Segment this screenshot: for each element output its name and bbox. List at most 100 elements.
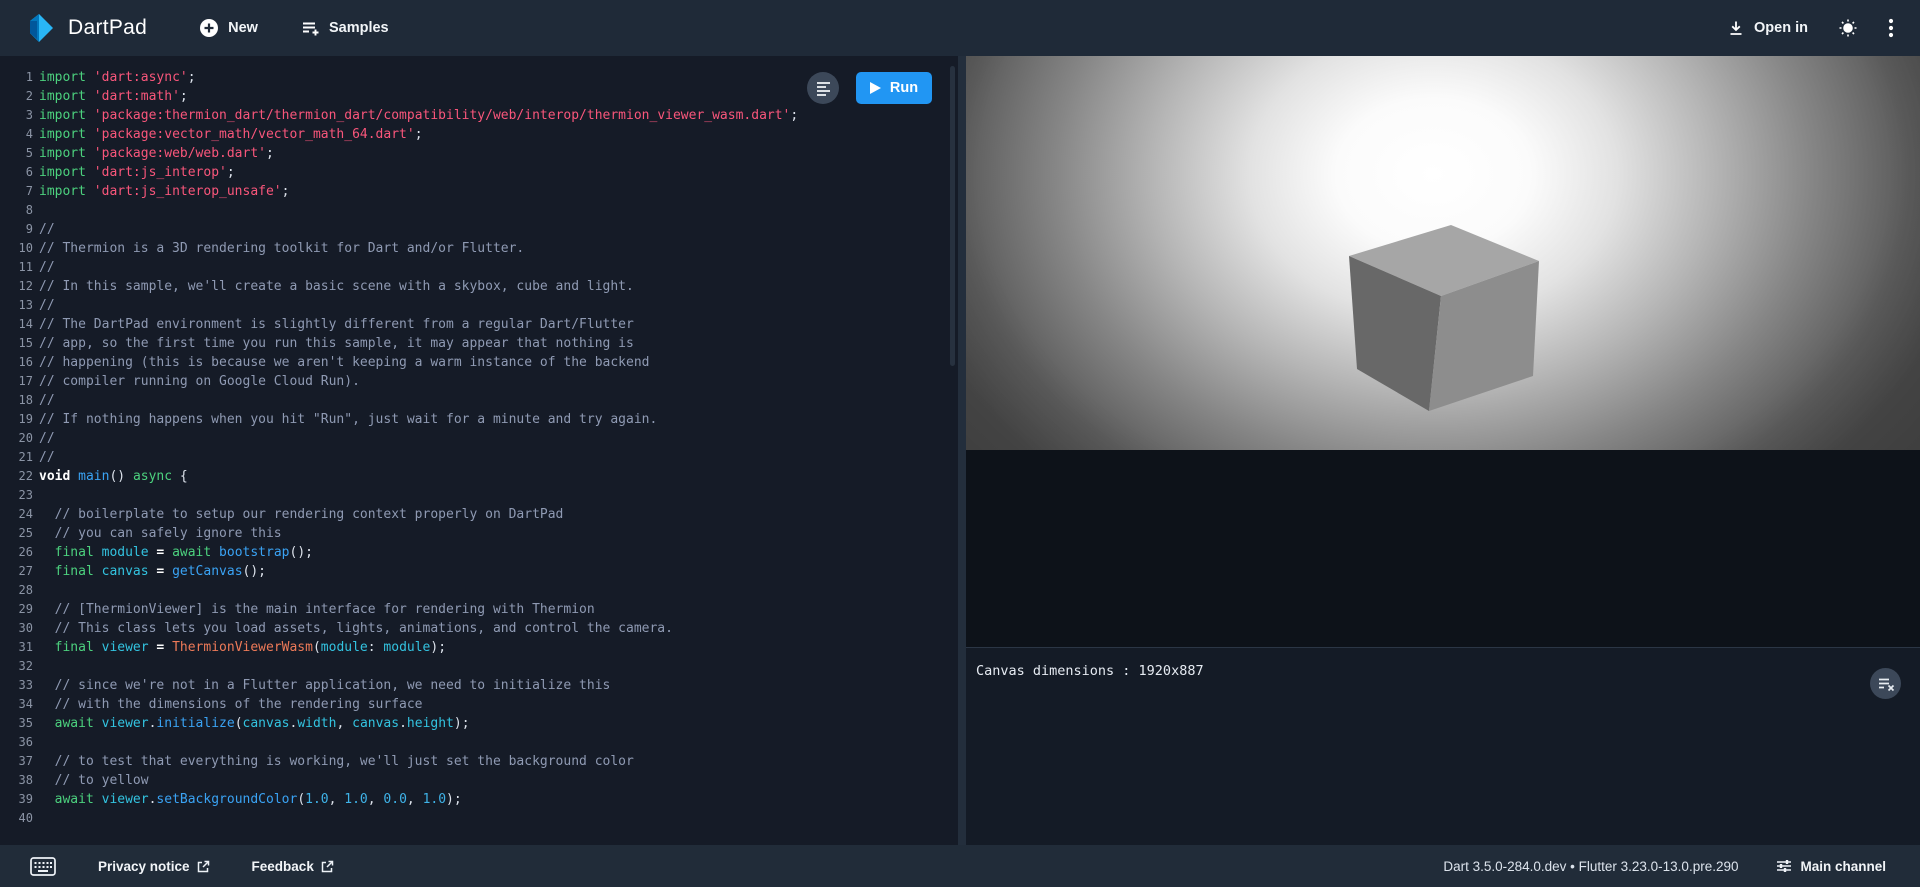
version-text: Dart 3.5.0-284.0.dev • Flutter 3.23.0-13…: [1443, 859, 1738, 874]
code-line[interactable]: 27 final canvas = getCanvas();: [0, 562, 958, 581]
code-line[interactable]: 9//: [0, 220, 958, 239]
samples-label: Samples: [329, 20, 389, 36]
code-line[interactable]: 35 await viewer.initialize(canvas.width,…: [0, 714, 958, 733]
line-number: 30: [0, 619, 33, 638]
new-button[interactable]: New: [199, 18, 258, 38]
code-line[interactable]: 34 // with the dimensions of the renderi…: [0, 695, 958, 714]
open-in-label: Open in: [1754, 20, 1808, 36]
line-number: 3: [0, 106, 33, 125]
header: DartPad New Samples: [0, 0, 1920, 56]
editor-scrollbar[interactable]: [950, 66, 955, 366]
overflow-menu-button[interactable]: [1888, 18, 1894, 38]
code-line[interactable]: 19// If nothing happens when you hit "Ru…: [0, 410, 958, 429]
clear-console-button[interactable]: [1870, 668, 1901, 699]
clear-console-icon: [1877, 675, 1895, 693]
code-line[interactable]: 16// happening (this is because we aren'…: [0, 353, 958, 372]
line-number: 11: [0, 258, 33, 277]
channel-label: Main channel: [1800, 859, 1886, 874]
code-line[interactable]: 24 // boilerplate to setup our rendering…: [0, 505, 958, 524]
line-number: 20: [0, 429, 33, 448]
line-number: 24: [0, 505, 33, 524]
code-line[interactable]: 3import 'package:thermion_dart/thermion_…: [0, 106, 958, 125]
line-number: 36: [0, 733, 33, 752]
code-line[interactable]: 31 final viewer = ThermionViewerWasm(mod…: [0, 638, 958, 657]
run-button[interactable]: Run: [856, 72, 932, 104]
code-line[interactable]: 22void main() async {: [0, 467, 958, 486]
pane-splitter[interactable]: [958, 56, 966, 845]
code-line[interactable]: 38 // to yellow: [0, 771, 958, 790]
new-label: New: [228, 20, 258, 36]
line-number: 7: [0, 182, 33, 201]
playlist-add-icon: [300, 18, 320, 38]
output-pane: Canvas dimensions : 1920x887: [966, 56, 1920, 845]
line-number: 27: [0, 562, 33, 581]
line-number: 10: [0, 239, 33, 258]
code-line[interactable]: 25 // you can safely ignore this: [0, 524, 958, 543]
external-link-icon: [321, 860, 334, 873]
line-number: 1: [0, 68, 33, 87]
play-icon: [870, 82, 881, 94]
console-panel: Canvas dimensions : 1920x887: [966, 647, 1920, 845]
code-line[interactable]: 29 // [ThermionViewer] is the main inter…: [0, 600, 958, 619]
line-number: 39: [0, 790, 33, 809]
channel-selector[interactable]: Main channel: [1776, 858, 1886, 874]
code-line[interactable]: 37 // to test that everything is working…: [0, 752, 958, 771]
code-editor-pane: 1import 'dart:async';2import 'dart:math'…: [0, 56, 958, 845]
privacy-notice-link[interactable]: Privacy notice: [98, 859, 210, 874]
privacy-notice-label: Privacy notice: [98, 859, 190, 874]
code-line[interactable]: 21//: [0, 448, 958, 467]
code-line[interactable]: 8: [0, 201, 958, 220]
code-line[interactable]: 32: [0, 657, 958, 676]
code-line[interactable]: 12// In this sample, we'll create a basi…: [0, 277, 958, 296]
dartpad-app: DartPad New Samples: [0, 0, 1920, 887]
format-lines-icon: [815, 80, 832, 97]
open-in-button[interactable]: Open in: [1727, 19, 1808, 37]
keyboard-icon: [30, 857, 56, 876]
console-output-text: Canvas dimensions : 1920x887: [976, 662, 1920, 681]
line-number: 33: [0, 676, 33, 695]
code-line[interactable]: 26 final module = await bootstrap();: [0, 543, 958, 562]
line-number: 14: [0, 315, 33, 334]
line-number: 35: [0, 714, 33, 733]
code-line[interactable]: 11//: [0, 258, 958, 277]
code-line[interactable]: 28: [0, 581, 958, 600]
code-line[interactable]: 13//: [0, 296, 958, 315]
feedback-label: Feedback: [252, 859, 314, 874]
code-line[interactable]: 17// compiler running on Google Cloud Ru…: [0, 372, 958, 391]
code-editor[interactable]: 1import 'dart:async';2import 'dart:math'…: [0, 68, 958, 828]
line-number: 40: [0, 809, 33, 828]
code-line[interactable]: 23: [0, 486, 958, 505]
code-line[interactable]: 6import 'dart:js_interop';: [0, 163, 958, 182]
code-line[interactable]: 33 // since we're not in a Flutter appli…: [0, 676, 958, 695]
code-line[interactable]: 7import 'dart:js_interop_unsafe';: [0, 182, 958, 201]
code-line[interactable]: 40: [0, 809, 958, 828]
code-line[interactable]: 10// Thermion is a 3D rendering toolkit …: [0, 239, 958, 258]
line-number: 32: [0, 657, 33, 676]
samples-button[interactable]: Samples: [300, 18, 389, 38]
external-link-icon: [197, 860, 210, 873]
code-line[interactable]: 18//: [0, 391, 958, 410]
code-line[interactable]: 36: [0, 733, 958, 752]
line-number: 34: [0, 695, 33, 714]
line-number: 2: [0, 87, 33, 106]
keyboard-shortcuts-button[interactable]: [30, 857, 56, 876]
code-line[interactable]: 5import 'package:web/web.dart';: [0, 144, 958, 163]
theme-toggle-button[interactable]: [1838, 18, 1858, 38]
line-number: 5: [0, 144, 33, 163]
line-number: 29: [0, 600, 33, 619]
code-line[interactable]: 20//: [0, 429, 958, 448]
line-number: 19: [0, 410, 33, 429]
code-line[interactable]: 14// The DartPad environment is slightly…: [0, 315, 958, 334]
code-line[interactable]: 4import 'package:vector_math/vector_math…: [0, 125, 958, 144]
format-button[interactable]: [807, 72, 839, 104]
more-vert-icon: [1888, 18, 1894, 38]
line-number: 15: [0, 334, 33, 353]
code-line[interactable]: 30 // This class lets you load assets, l…: [0, 619, 958, 638]
code-line[interactable]: 39 await viewer.setBackgroundColor(1.0, …: [0, 790, 958, 809]
code-line[interactable]: 15// app, so the first time you run this…: [0, 334, 958, 353]
line-number: 26: [0, 543, 33, 562]
line-number: 9: [0, 220, 33, 239]
feedback-link[interactable]: Feedback: [252, 859, 334, 874]
line-number: 22: [0, 467, 33, 486]
render-viewport[interactable]: [966, 56, 1920, 450]
